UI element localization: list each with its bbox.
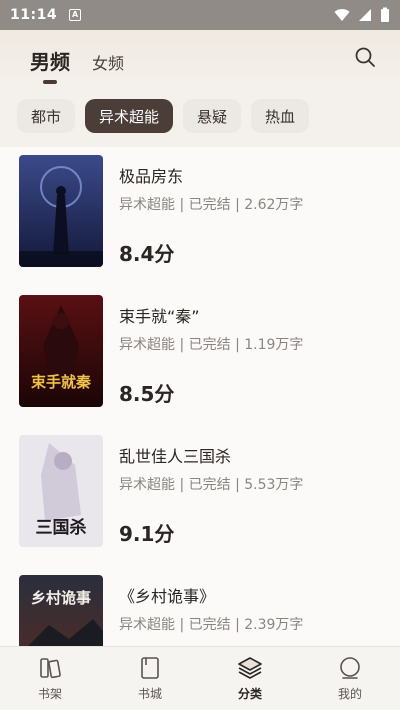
- book-meta: 异术超能 | 已完结 | 1.19万字: [119, 337, 304, 353]
- signal-icon: [359, 9, 371, 21]
- bookshelf-icon: [40, 658, 61, 679]
- status-time: 11:14: [10, 7, 58, 23]
- cover-title: 束手就秦: [31, 373, 92, 391]
- tab-male[interactable]: 男频: [30, 46, 70, 84]
- chip-xuanyi[interactable]: 悬疑: [183, 99, 242, 133]
- nav-bookstore[interactable]: 书城: [100, 647, 200, 710]
- nav-label: 书架: [37, 687, 62, 701]
- nav-bookshelf[interactable]: 书架: [0, 647, 100, 710]
- book-title: 乱世佳人三国杀: [119, 447, 232, 466]
- list-item[interactable]: 三国杀 乱世佳人三国杀 异术超能 | 已完结 | 5.53万字 9.1分: [0, 435, 400, 575]
- nav-profile[interactable]: 我的: [300, 647, 400, 710]
- book-icon: [141, 657, 159, 679]
- status-icons: [334, 7, 390, 23]
- category-chips: 都市 异术超能 悬疑 热血: [0, 85, 400, 147]
- list-item[interactable]: 束手就秦 束手就“秦” 异术超能 | 已完结 | 1.19万字 8.5分: [0, 295, 400, 435]
- bottom-nav: 书架 书城 分类 我的: [0, 646, 400, 710]
- cover-title: 三国杀: [36, 517, 87, 538]
- book-title: 束手就“秦”: [119, 307, 200, 326]
- book-meta: 异术超能 | 已完结 | 2.62万字: [119, 197, 304, 213]
- chip-dushi[interactable]: 都市: [17, 99, 76, 133]
- book-cover[interactable]: 三国杀: [19, 435, 103, 547]
- notification-icon: A: [69, 9, 82, 21]
- book-meta: 异术超能 | 已完结 | 5.53万字: [119, 477, 304, 493]
- profile-icon: [340, 657, 360, 679]
- list-item[interactable]: 极品房东 异术超能 | 已完结 | 2.62万字 8.4分: [0, 155, 400, 295]
- book-score: 8.4分: [119, 242, 175, 266]
- book-score: 9.1分: [119, 522, 175, 546]
- header: 男频 女频: [0, 30, 400, 85]
- chip-yishu-chaoneng[interactable]: 异术超能: [85, 99, 174, 133]
- book-meta: 异术超能 | 已完结 | 2.39万字: [119, 617, 304, 633]
- book-title: 《乡村诡事》: [119, 587, 216, 606]
- book-list: 极品房东 异术超能 | 已完结 | 2.62万字 8.4分 束手就秦 束手就“秦…: [0, 147, 400, 692]
- book-title: 极品房东: [119, 167, 184, 186]
- nav-category[interactable]: 分类: [200, 647, 300, 710]
- cover-title: 乡村诡事: [31, 589, 91, 607]
- nav-label: 分类: [237, 687, 262, 701]
- book-cover[interactable]: 束手就秦: [19, 295, 103, 407]
- chip-rexue[interactable]: 热血: [251, 99, 310, 133]
- nav-label: 书城: [137, 687, 162, 701]
- layers-icon: [238, 657, 262, 679]
- book-cover[interactable]: [19, 155, 103, 267]
- search-icon[interactable]: [354, 46, 376, 68]
- wifi-icon: [334, 9, 350, 21]
- status-bar: 11:14 A: [0, 0, 400, 30]
- tab-female[interactable]: 女频: [92, 50, 124, 74]
- nav-label: 我的: [337, 687, 362, 701]
- book-score: 8.5分: [119, 382, 175, 406]
- battery-icon: [381, 7, 389, 22]
